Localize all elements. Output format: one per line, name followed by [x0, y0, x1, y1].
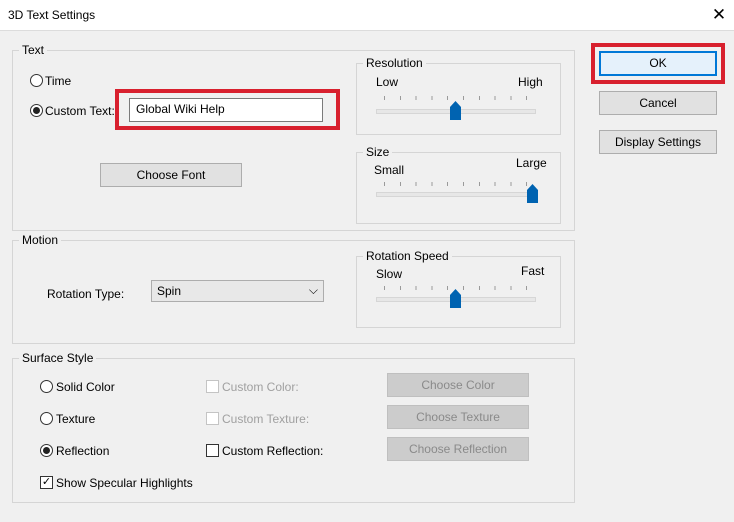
- solid-color-radio[interactable]: [40, 380, 53, 393]
- choose-font-button[interactable]: Choose Font: [100, 163, 242, 187]
- surface-style-legend: Surface Style: [22, 351, 94, 365]
- resolution-high-label: High: [518, 75, 543, 89]
- custom-texture-checkbox[interactable]: [206, 412, 219, 425]
- resolution-low-label: Low: [376, 75, 399, 89]
- resolution-legend: Resolution: [366, 56, 423, 70]
- reflection-label: Reflection: [56, 444, 110, 458]
- rotation-speed-legend: Rotation Speed: [366, 249, 449, 263]
- size-slider-thumb[interactable]: [526, 184, 538, 203]
- size-small-label: Small: [374, 163, 405, 177]
- text-group-legend: Text: [22, 43, 45, 57]
- close-icon[interactable]: ✕: [708, 4, 730, 26]
- cancel-button[interactable]: Cancel: [599, 91, 717, 115]
- time-label: Time: [45, 74, 72, 88]
- custom-reflection-checkbox[interactable]: [206, 444, 219, 457]
- title-bar: [0, 0, 734, 30]
- size-large-label: Large: [516, 156, 547, 170]
- texture-radio[interactable]: [40, 412, 53, 425]
- checkmark-icon: ✓: [41, 476, 52, 488]
- choose-texture-button[interactable]: Choose Texture: [387, 405, 529, 429]
- custom-text-label: Custom Text:: [45, 104, 115, 118]
- motion-legend: Motion: [22, 233, 59, 247]
- choose-color-button[interactable]: Choose Color: [387, 373, 529, 397]
- rotation-speed-fast-label: Fast: [521, 264, 545, 278]
- choose-reflection-button[interactable]: Choose Reflection: [387, 437, 529, 461]
- texture-label: Texture: [56, 412, 96, 426]
- rotation-type-value: Spin: [157, 284, 182, 298]
- window-title: 3D Text Settings: [8, 8, 96, 22]
- rotation-type-label: Rotation Type:: [47, 287, 125, 301]
- ok-button[interactable]: OK: [599, 51, 717, 76]
- custom-color-checkbox[interactable]: [206, 380, 219, 393]
- custom-text-input[interactable]: Global Wiki Help: [129, 98, 323, 122]
- rotation-speed-slow-label: Slow: [376, 267, 403, 281]
- display-settings-button[interactable]: Display Settings: [599, 130, 717, 154]
- custom-texture-label: Custom Texture:: [222, 412, 310, 426]
- show-specular-checkbox[interactable]: ✓: [40, 476, 53, 489]
- custom-color-label: Custom Color:: [222, 380, 299, 394]
- size-track: [376, 192, 536, 197]
- custom-reflection-label: Custom Reflection:: [222, 444, 324, 458]
- show-specular-label: Show Specular Highlights: [56, 476, 193, 490]
- size-ticks: [384, 182, 528, 186]
- rotation-speed-slider-thumb[interactable]: [449, 289, 461, 308]
- reflection-radio[interactable]: [40, 444, 53, 457]
- resolution-slider-thumb[interactable]: [449, 101, 461, 120]
- custom-text-radio[interactable]: [30, 104, 43, 117]
- solid-color-label: Solid Color: [56, 380, 115, 394]
- resolution-ticks: [384, 96, 528, 100]
- time-radio[interactable]: [30, 74, 43, 87]
- chevron-down-icon: ⌵: [308, 283, 318, 297]
- size-legend: Size: [366, 145, 390, 159]
- rotation-type-select[interactable]: Spin ⌵: [151, 280, 324, 302]
